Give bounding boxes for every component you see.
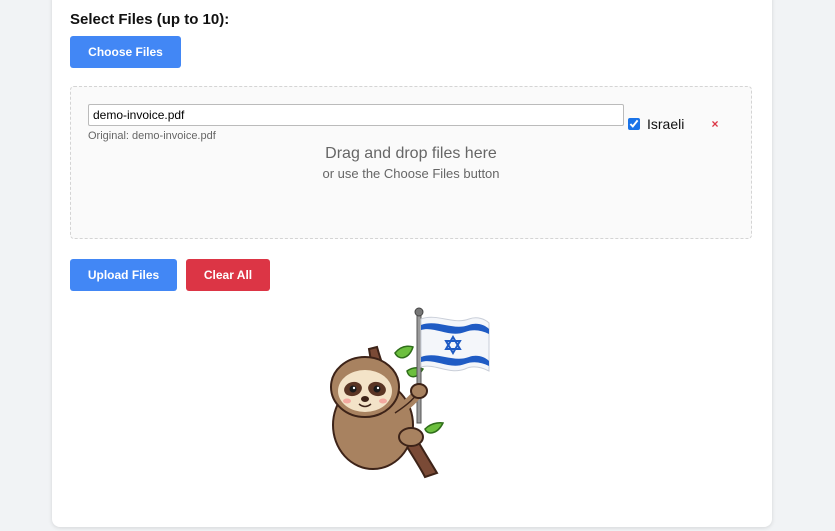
select-files-label: Select Files (up to 10): bbox=[70, 11, 230, 28]
israeli-label: Israeli bbox=[647, 116, 685, 132]
choose-files-button[interactable]: Choose Files bbox=[70, 36, 181, 68]
israeli-checkbox[interactable] bbox=[628, 118, 640, 130]
drop-zone[interactable]: Original: demo-invoice.pdf Israeli × Dra… bbox=[70, 86, 752, 239]
drag-drop-title: Drag and drop files here bbox=[325, 145, 497, 162]
remove-file-button[interactable]: × bbox=[708, 116, 722, 132]
clear-all-button[interactable]: Clear All bbox=[186, 259, 270, 291]
sloth-flag-illustration bbox=[325, 305, 495, 480]
upload-files-button[interactable]: Upload Files bbox=[70, 259, 177, 291]
file-name-input[interactable] bbox=[88, 104, 624, 126]
original-filename: Original: demo-invoice.pdf bbox=[88, 130, 216, 142]
drag-drop-subtitle: or use the Choose Files button bbox=[322, 166, 500, 181]
